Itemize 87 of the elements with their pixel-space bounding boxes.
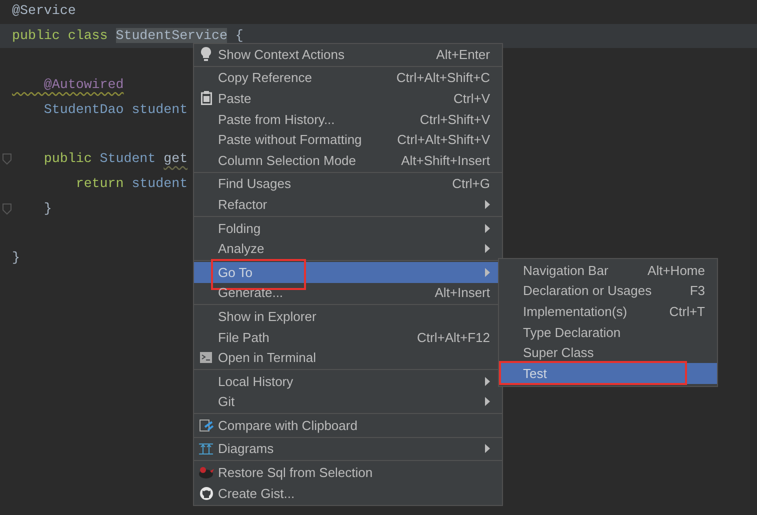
shortcut-label: Ctrl+Alt+Shift+V	[397, 132, 490, 148]
menu-label: Super Class	[523, 345, 594, 360]
menu-label: Show in Explorer	[218, 308, 316, 324]
menu-item[interactable]: Implementation(s) Ctrl+T	[499, 301, 717, 322]
menu-label: Column Selection Mode	[218, 152, 356, 168]
menu-item[interactable]: Paste without Formatting Ctrl+Alt+Shift+V	[194, 129, 502, 150]
diagram-icon	[199, 442, 213, 455]
menu-label: Paste from History...	[218, 112, 335, 127]
menu-item[interactable]: Super Class	[499, 342, 717, 363]
code-token: @Autowired	[42, 77, 124, 92]
menu-item[interactable]: Open in Terminal	[194, 347, 502, 368]
shortcut-label: Ctrl+G	[452, 176, 490, 192]
menu-label: Implementation(s)	[523, 304, 628, 319]
code-token: }	[42, 200, 52, 216]
menu-label: Generate...	[218, 285, 284, 300]
menu-item[interactable]: Navigation Bar Alt+Home	[499, 260, 717, 281]
code-token: }	[12, 250, 20, 265]
terminal-icon	[200, 352, 212, 364]
code-token: student	[132, 176, 188, 191]
menu-label: Compare with Clipboard	[218, 418, 358, 433]
shortcut-label: Ctrl+Alt+F12	[417, 330, 490, 345]
menu-label: Open in Terminal	[218, 350, 316, 366]
shortcut-label: Ctrl+T	[669, 304, 705, 319]
menu-item[interactable]: Test	[499, 362, 717, 384]
menu-item[interactable]: Restore Sql from Selection	[194, 462, 502, 483]
bird-icon	[198, 466, 214, 480]
menu-item[interactable]: Refactor	[194, 194, 502, 215]
menu-label: Navigation Bar	[523, 262, 608, 278]
menu-item[interactable]: Analyze	[194, 238, 502, 259]
menu-label: Declaration or Usages	[523, 283, 652, 298]
github-icon	[200, 486, 212, 500]
menu-label: Refactor	[218, 196, 268, 212]
menu-item[interactable]: Copy Reference Ctrl+Alt+Shift+C	[194, 68, 502, 88]
menu-label: Type Declaration	[523, 324, 621, 340]
fold-icon[interactable]	[2, 153, 12, 166]
menu-label: Show Context Actions	[218, 46, 344, 62]
shortcut-label: Alt+Home	[648, 262, 705, 278]
menu-item[interactable]: Show in Explorer	[194, 306, 502, 327]
shortcut-label: Alt+Insert	[434, 285, 490, 300]
menu-item[interactable]: Declaration or Usages F3	[499, 280, 717, 302]
menu-item[interactable]: Column Selection Mode Alt+Shift+Insert	[194, 150, 502, 171]
shortcut-label: Ctrl+Shift+V	[420, 112, 490, 127]
code-token: {	[234, 28, 244, 43]
shortcut-label: Ctrl+Alt+Shift+C	[396, 70, 490, 86]
menu-label: Test	[523, 366, 547, 381]
lightbulb-icon	[201, 47, 211, 62]
menu-label: Copy Reference	[218, 70, 312, 86]
menu-item[interactable]: Paste from History... Ctrl+Shift+V	[194, 108, 502, 130]
code-token: @Service	[12, 3, 76, 18]
menu-item[interactable]: Show Context Actions Alt+Enter	[194, 44, 502, 65]
shortcut-label: Alt+Enter	[436, 46, 490, 62]
menu-item[interactable]: Find Usages Ctrl+G	[194, 174, 502, 194]
code-token: Student	[100, 151, 157, 166]
menu-label: Local History	[218, 374, 294, 389]
menu-label: Create Gist...	[218, 486, 295, 501]
menu-item[interactable]: Local History	[194, 370, 502, 392]
code-token: get	[164, 151, 188, 166]
menu-label: Go To	[218, 264, 252, 280]
menu-item[interactable]: Compare with Clipboard	[194, 415, 502, 436]
menu-item[interactable]: Type Declaration	[499, 322, 717, 342]
code-token: public class	[12, 28, 109, 43]
code-token: StudentService	[116, 28, 228, 43]
compare-icon	[198, 418, 214, 433]
shortcut-label: Alt+Shift+Insert	[401, 152, 490, 168]
clipboard-icon	[200, 91, 212, 106]
menu-item[interactable]: File Path Ctrl+Alt+F12	[194, 326, 502, 348]
menu-label: Analyze	[218, 241, 264, 256]
menu-label: Diagrams	[218, 441, 274, 456]
menu-item[interactable]: Folding	[194, 218, 502, 238]
code-token: public	[42, 151, 93, 166]
menu-item[interactable]: Paste Ctrl+V	[194, 88, 502, 109]
menu-label: Find Usages	[218, 176, 291, 192]
menu-item[interactable]: Create Gist...	[194, 482, 502, 504]
code-token: return	[74, 176, 125, 191]
menu-label: File Path	[218, 330, 270, 345]
code-token: StudentDao student	[42, 102, 188, 117]
menu-label: Restore Sql from Selection	[218, 465, 373, 480]
menu-item[interactable]: Generate... Alt+Insert	[194, 282, 502, 304]
menu-label: Folding	[218, 220, 261, 236]
menu-label: Paste	[218, 90, 252, 106]
shortcut-label: Ctrl+V	[454, 90, 490, 106]
shortcut-label: F3	[690, 283, 705, 298]
menu-label: Paste without Formatting	[218, 132, 362, 148]
menu-item[interactable]: Diagrams	[194, 438, 502, 460]
menu-label: Git	[218, 394, 235, 410]
fold-icon[interactable]	[2, 202, 12, 214]
menu-item[interactable]: Git	[194, 392, 502, 412]
